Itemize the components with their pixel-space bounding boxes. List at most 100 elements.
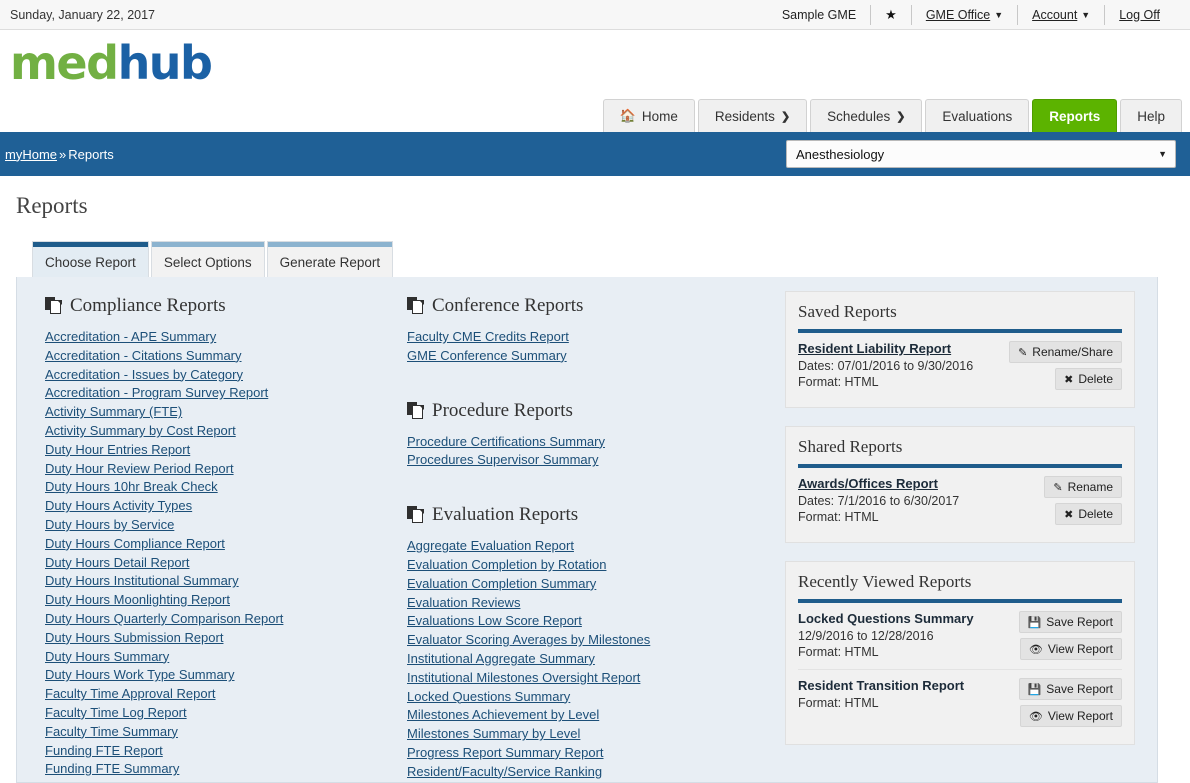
list-item: Duty Hours by Service (45, 516, 407, 535)
view-report-button[interactable]: 👁 View Report (1019, 705, 1122, 727)
rename-share-button[interactable]: ✎ Rename/Share (1009, 341, 1122, 363)
report-link[interactable]: Duty Hours Quarterly Comparison Report (45, 611, 283, 626)
report-link[interactable]: Evaluation Completion Summary (407, 576, 596, 591)
close-x-icon: ✖ (1064, 508, 1074, 521)
report-link[interactable]: Duty Hours Compliance Report (45, 536, 225, 551)
report-link[interactable]: Duty Hours Work Type Summary (45, 667, 235, 682)
report-link[interactable]: Evaluations Low Score Report (407, 613, 582, 628)
list-item: Duty Hours Activity Types (45, 497, 407, 516)
report-link[interactable]: Activity Summary by Cost Report (45, 423, 236, 438)
recent-report-row: Resident Transition Report Format: HTML … (798, 678, 1122, 736)
tab-generate-report-label: Generate Report (279, 255, 381, 270)
report-link[interactable]: Funding FTE Report (45, 743, 163, 758)
report-link[interactable]: Institutional Aggregate Summary (407, 651, 595, 666)
report-link[interactable]: Resident/Faculty/Service Ranking (407, 764, 602, 779)
report-link[interactable]: Progress Report Summary Report (407, 745, 604, 760)
nav-tab-residents[interactable]: Residents ❯ (697, 99, 808, 132)
report-link[interactable]: Accreditation - Citations Summary (45, 348, 242, 363)
favorites-star-button[interactable]: ★ (871, 4, 911, 26)
shared-report-row: Awards/Offices Report Dates: 7/1/2016 to… (798, 476, 1122, 534)
report-link[interactable]: Activity Summary (FTE) (45, 404, 182, 419)
report-link[interactable]: Accreditation - Issues by Category (45, 367, 243, 382)
report-link[interactable]: Duty Hour Entries Report (45, 442, 190, 457)
report-link[interactable]: Accreditation - Program Survey Report (45, 385, 268, 400)
list-item: Locked Questions Summary (407, 688, 785, 707)
divider (798, 599, 1122, 603)
list-item: Funding FTE Summary (45, 760, 407, 779)
list-item: Progress Report Summary Report (407, 744, 785, 763)
list-item: Evaluations Low Score Report (407, 612, 785, 631)
log-off-button[interactable]: Log Off (1105, 4, 1174, 26)
view-report-label: View Report (1047, 642, 1113, 656)
recent-report-actions: 💾 Save Report 👁 View Report (1018, 678, 1122, 727)
report-link[interactable]: Duty Hours Submission Report (45, 630, 223, 645)
report-link[interactable]: Locked Questions Summary (407, 689, 570, 704)
chevron-right-icon: ❯ (780, 110, 791, 123)
tab-generate-report[interactable]: Generate Report (266, 241, 394, 277)
report-link[interactable]: Procedures Supervisor Summary (407, 452, 598, 467)
nav-tab-schedules[interactable]: Schedules ❯ (810, 99, 923, 132)
nav-tab-reports[interactable]: Reports (1032, 99, 1118, 132)
list-item: Aggregate Evaluation Report (407, 537, 785, 556)
report-link[interactable]: Duty Hours Activity Types (45, 498, 192, 513)
report-link[interactable]: Milestones Achievement by Level (407, 707, 599, 722)
report-link[interactable]: Duty Hours Summary (45, 649, 169, 664)
report-link[interactable]: Funding FTE Summary (45, 761, 179, 776)
report-link[interactable]: Faculty Time Summary (45, 724, 178, 739)
nav-tab-home-label: Home (641, 108, 678, 124)
copy-documents-icon (45, 297, 62, 315)
delete-button[interactable]: ✖ Delete (1055, 368, 1122, 390)
nav-tab-help[interactable]: Help (1120, 99, 1182, 132)
list-item: Duty Hours 10hr Break Check (45, 478, 407, 497)
nav-tab-home[interactable]: 🏠 Home (602, 99, 695, 132)
institution-label: Sample GME (781, 7, 857, 22)
report-link[interactable]: Faculty Time Log Report (45, 705, 187, 720)
report-link[interactable]: Faculty Time Approval Report (45, 686, 216, 701)
report-link[interactable]: Evaluation Completion by Rotation (407, 557, 606, 572)
report-link[interactable]: Procedure Certifications Summary (407, 434, 605, 449)
report-link[interactable]: Duty Hours Detail Report (45, 555, 190, 570)
rename-button[interactable]: ✎ Rename (1044, 476, 1122, 498)
recent-report-name: Resident Transition Report (798, 678, 965, 693)
list-item: Duty Hours Moonlighting Report (45, 591, 407, 610)
report-link[interactable]: Accreditation - APE Summary (45, 329, 216, 344)
gme-office-menu[interactable]: GME Office ▼ (912, 4, 1017, 26)
report-link[interactable]: Evaluator Scoring Averages by Milestones (407, 632, 650, 647)
report-link[interactable]: Duty Hours Institutional Summary (45, 573, 239, 588)
tab-select-options[interactable]: Select Options (150, 241, 265, 277)
save-report-button[interactable]: 💾 Save Report (1018, 678, 1122, 700)
view-report-button[interactable]: 👁 View Report (1019, 638, 1122, 660)
report-link[interactable]: Milestones Summary by Level (407, 726, 580, 741)
department-select[interactable]: Anesthesiology ▼ (786, 140, 1176, 168)
breadcrumb-link-myhome[interactable]: myHome (5, 147, 57, 162)
report-link[interactable]: Duty Hours by Service (45, 517, 174, 532)
report-link[interactable]: Faculty CME Credits Report (407, 329, 569, 344)
nav-tab-help-label: Help (1137, 108, 1165, 124)
nav-tab-evaluations[interactable]: Evaluations (925, 99, 1030, 132)
recent-report-row: Locked Questions Summary 12/9/2016 to 12… (798, 611, 1122, 670)
delete-button[interactable]: ✖ Delete (1055, 503, 1122, 525)
pencil-icon: ✎ (1053, 481, 1063, 494)
account-menu[interactable]: Account ▼ (1018, 4, 1104, 26)
copy-documents-icon (407, 506, 424, 524)
saved-report-name[interactable]: Resident Liability Report (798, 341, 973, 357)
report-link[interactable]: Duty Hour Review Period Report (45, 461, 234, 476)
report-link[interactable]: Institutional Milestones Oversight Repor… (407, 670, 640, 685)
list-item: Institutional Aggregate Summary (407, 650, 785, 669)
list-item: Activity Summary (FTE) (45, 403, 407, 422)
save-report-button[interactable]: 💾 Save Report (1018, 611, 1122, 633)
tab-choose-report[interactable]: Choose Report (32, 241, 149, 277)
shared-report-name[interactable]: Awards/Offices Report (798, 476, 959, 492)
list-item: Milestones Achievement by Level (407, 706, 785, 725)
report-link[interactable]: Duty Hours 10hr Break Check (45, 479, 218, 494)
chevron-down-icon: ▼ (1081, 10, 1091, 20)
medhub-logo[interactable]: medhub (10, 40, 213, 86)
utility-bar: Sunday, January 22, 2017 Sample GME ★ GM… (0, 0, 1190, 30)
report-link[interactable]: Evaluation Reviews (407, 595, 520, 610)
report-link[interactable]: Duty Hours Moonlighting Report (45, 592, 230, 607)
report-link[interactable]: Aggregate Evaluation Report (407, 538, 574, 553)
conference-report-list: Faculty CME Credits Report GME Conference… (407, 328, 785, 366)
list-item: Faculty CME Credits Report (407, 328, 785, 347)
report-link[interactable]: GME Conference Summary (407, 348, 567, 363)
recent-report-format: Format: HTML (798, 696, 879, 710)
